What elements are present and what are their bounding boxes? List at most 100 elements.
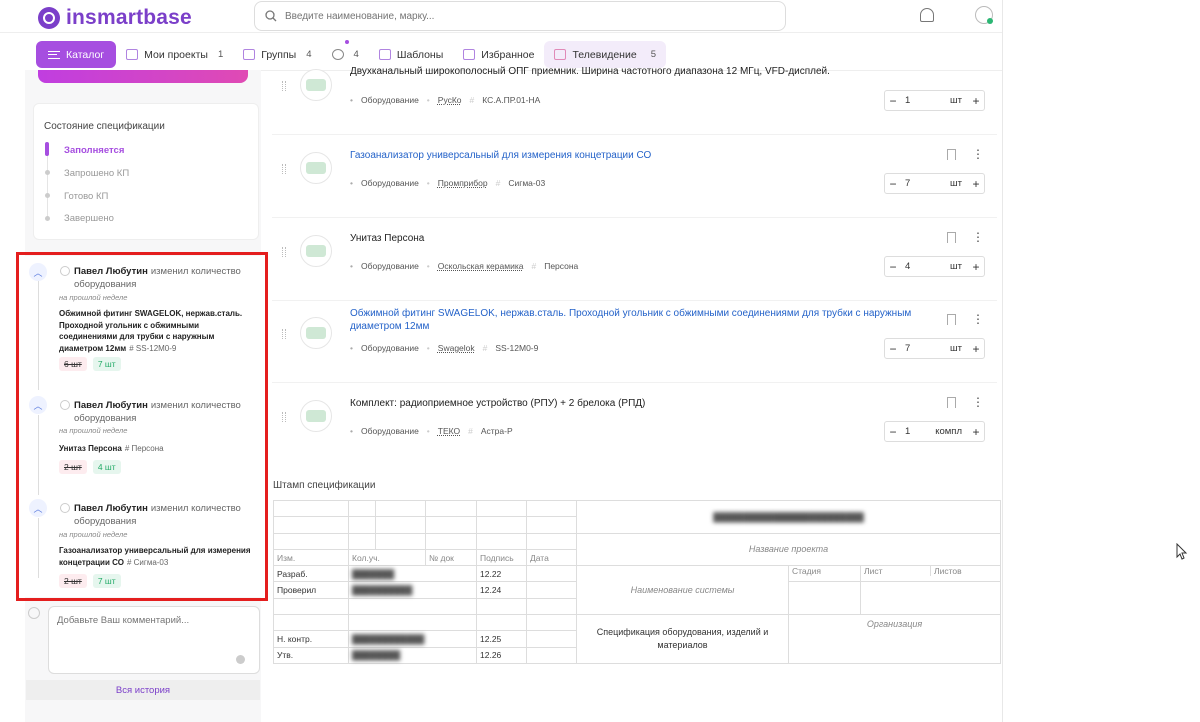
- search-input[interactable]: [285, 10, 765, 22]
- users-icon: [243, 49, 256, 60]
- favorites-icon: [463, 49, 476, 60]
- quantity-stepper[interactable]: − 1 шт +: [884, 90, 985, 111]
- drag-handle-icon[interactable]: [282, 81, 286, 91]
- product-logo: [300, 152, 332, 184]
- search-icon: [265, 10, 277, 22]
- drag-handle-icon[interactable]: [282, 164, 286, 174]
- bullet: •: [350, 261, 353, 271]
- decrement-button[interactable]: −: [885, 177, 901, 191]
- product-divider: [272, 300, 997, 301]
- product-meta: • Оборудование • РусКо # КС.А.ПР.01-НА: [350, 95, 540, 105]
- quantity-stepper[interactable]: − 7 шт +: [884, 173, 985, 194]
- more-options-icon[interactable]: ⋮: [972, 231, 984, 243]
- spec-step-ready: Готово КП: [64, 191, 109, 202]
- nav-messages-count: 4: [353, 49, 359, 60]
- nav-groups-count: 4: [306, 49, 312, 60]
- stamp-project-name: Название проекта: [576, 532, 1001, 567]
- product-meta: • Оборудование • Промприбор # Сигма-03: [350, 178, 545, 188]
- stamp-org: Организация: [788, 614, 1001, 664]
- product-article: КС.А.ПР.01-НА: [482, 95, 541, 105]
- drag-handle-icon[interactable]: [282, 247, 286, 257]
- stamp-col-date: Дата: [526, 548, 577, 567]
- bookmark-icon[interactable]: [947, 314, 956, 325]
- product-category: Оборудование: [360, 426, 419, 436]
- more-options-icon[interactable]: ⋮: [972, 148, 984, 160]
- product-logo-image: [306, 327, 326, 339]
- more-options-icon[interactable]: ⋮: [972, 396, 984, 408]
- bookmark-icon[interactable]: [947, 232, 956, 243]
- stamp-stage: Стадия: [788, 565, 861, 583]
- product-vendor[interactable]: Промприбор: [438, 178, 488, 188]
- nav-favorites[interactable]: Избранное: [453, 41, 544, 68]
- hash-icon: #: [468, 426, 473, 436]
- product-logo-image: [306, 410, 326, 422]
- bookmark-icon[interactable]: [947, 397, 956, 408]
- mouse-cursor-icon: [1176, 543, 1188, 560]
- nav-groups-label: Группы: [261, 48, 297, 61]
- stamp-title: Штамп спецификации: [273, 480, 376, 491]
- spec-state-line: [47, 145, 48, 220]
- step-dot: [45, 193, 50, 198]
- nav-catalog[interactable]: Каталог: [36, 41, 117, 68]
- product-meta: • Оборудование • Оскольская керамика # П…: [350, 261, 578, 271]
- product-vendor[interactable]: РусКо: [438, 95, 462, 105]
- stamp-row-label: Н. контр.: [273, 630, 349, 648]
- product-divider: [272, 134, 997, 135]
- sidebar-action-button[interactable]: [38, 70, 248, 83]
- product-vendor[interactable]: ТЕКО: [438, 426, 460, 436]
- drag-handle-icon[interactable]: [282, 412, 286, 422]
- logo[interactable]: insmartbase: [38, 6, 192, 30]
- quantity-value[interactable]: 7: [901, 178, 950, 189]
- nav-my-projects[interactable]: Мои проекты 1: [116, 41, 233, 68]
- quantity-value[interactable]: 1: [901, 426, 935, 437]
- nav-catalog-label: Каталог: [66, 48, 105, 61]
- nav-my-projects-label: Мои проекты: [144, 48, 208, 61]
- bookmark-icon[interactable]: [947, 149, 956, 160]
- quantity-value[interactable]: 1: [901, 95, 950, 106]
- bell-icon[interactable]: [920, 8, 934, 22]
- hash-icon: #: [495, 178, 501, 188]
- decrement-button[interactable]: −: [885, 260, 901, 274]
- quantity-stepper[interactable]: − 7 шт +: [884, 338, 985, 359]
- step-dot: [45, 216, 50, 221]
- increment-button[interactable]: +: [968, 94, 984, 108]
- nav-favorites-label: Избранное: [481, 48, 535, 61]
- quantity-stepper[interactable]: − 1 компл +: [884, 421, 985, 442]
- nav-templates[interactable]: Шаблоны: [369, 41, 453, 68]
- hash-icon: #: [531, 261, 537, 271]
- decrement-button[interactable]: −: [885, 425, 901, 439]
- comment-input[interactable]: [57, 615, 247, 655]
- stamp-sheet: Лист: [861, 566, 931, 577]
- drag-handle-icon[interactable]: [282, 329, 286, 339]
- more-options-icon[interactable]: ⋮: [972, 313, 984, 325]
- nav-groups[interactable]: Группы 4: [233, 41, 321, 68]
- quantity-value[interactable]: 7: [901, 343, 950, 354]
- product-logo-image: [306, 245, 326, 257]
- comment-box[interactable]: [48, 606, 260, 674]
- product-logo-image: [306, 79, 326, 91]
- product-vendor[interactable]: Оскольская керамика: [438, 261, 524, 271]
- product-title: Двухканальный широкополосный ОПГ приемни…: [350, 66, 830, 77]
- quantity-stepper[interactable]: − 4 шт +: [884, 256, 985, 277]
- decrement-button[interactable]: −: [885, 94, 901, 108]
- increment-button[interactable]: +: [968, 342, 984, 356]
- stamp-name-redacted: ███████: [352, 568, 395, 579]
- increment-button[interactable]: +: [968, 177, 984, 191]
- nav-my-projects-count: 1: [217, 49, 224, 60]
- stamp-name-redacted: ████████████: [352, 634, 425, 645]
- send-icon[interactable]: [236, 655, 245, 664]
- product-logo: [300, 235, 332, 267]
- search-bar[interactable]: [254, 1, 786, 31]
- product-title[interactable]: Обжимной фитинг SWAGELOK, нержав.сталь. …: [350, 307, 920, 333]
- decrement-button[interactable]: −: [885, 342, 901, 356]
- nav-messages[interactable]: 4: [322, 41, 369, 68]
- nav-television[interactable]: Телевидение 5: [544, 41, 666, 68]
- all-history-button[interactable]: Вся история: [26, 680, 260, 700]
- increment-button[interactable]: +: [968, 260, 984, 274]
- product-vendor[interactable]: Swagelok: [438, 343, 475, 353]
- quantity-value[interactable]: 4: [901, 261, 950, 272]
- product-logo: [300, 400, 332, 432]
- separator: •: [426, 426, 430, 436]
- increment-button[interactable]: +: [968, 425, 984, 439]
- product-title[interactable]: Газоанализатор универсальный для измерен…: [350, 149, 920, 162]
